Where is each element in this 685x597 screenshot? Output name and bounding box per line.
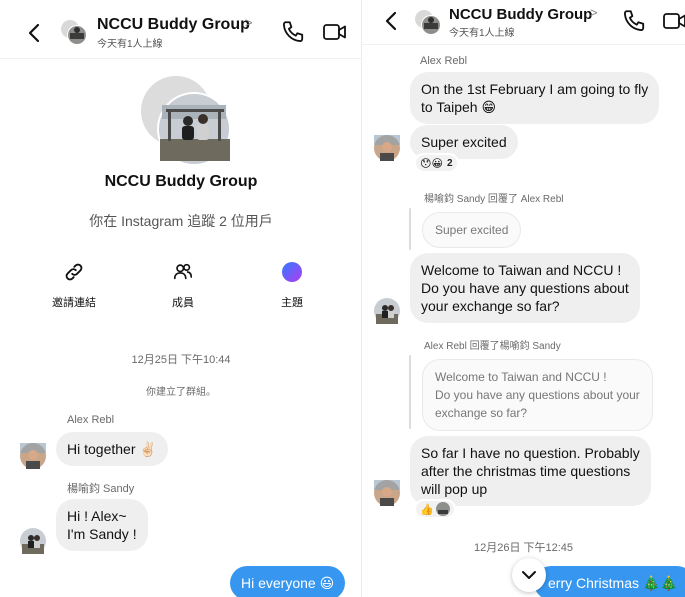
chevron-down-icon (522, 571, 536, 579)
chevron-left-icon (28, 23, 40, 43)
phone-call-button[interactable] (280, 19, 306, 45)
video-camera-icon (323, 24, 346, 40)
message-bubble[interactable]: So far I have no question. Probably afte… (410, 436, 651, 506)
online-status: 今天有1人上線 (449, 28, 515, 39)
avatar[interactable] (374, 480, 400, 506)
theme-icon (282, 262, 302, 282)
avatar[interactable] (374, 298, 400, 324)
timestamp: 12月26日 下午12:45 (473, 542, 574, 554)
quote-line: exchange so far? (435, 406, 528, 420)
group-name: NCCU Buddy Group (104, 173, 258, 190)
message-line: So far I have no question. Probably (421, 445, 640, 461)
avatar[interactable] (20, 443, 46, 469)
message-line: Do you have any questions about (421, 280, 629, 296)
reactions-badge[interactable]: 👍 (414, 499, 456, 519)
title-chevron-icon: > (590, 5, 598, 20)
members-label: 成員 (172, 297, 194, 309)
timestamp: 12月25日 下午10:44 (131, 354, 231, 366)
left-chat-panel: NCCU Buddy Group > 今天有1人上線 NCCU Buddy Gr… (0, 0, 362, 597)
message-line: Welcome to Taiwan and NCCU ! (421, 262, 622, 278)
quoted-message[interactable]: Welcome to Taiwan and NCCU ! Do you have… (422, 359, 653, 431)
message-line: will pop up (421, 481, 488, 497)
message-sender: 楊喻鈞 Sandy (67, 483, 135, 495)
chat-header: NCCU Buddy Group > 今天有1人上線 (0, 0, 362, 52)
reply-note: Alex Rebl 回覆了楊喻鈞 Sandy (424, 341, 561, 352)
video-call-button[interactable] (662, 8, 685, 34)
phone-call-button[interactable] (621, 8, 647, 34)
message-line: On the 1st February I am going to fly (421, 81, 649, 97)
reply-bar (409, 208, 411, 250)
quote-line: Do you have any questions about your (435, 388, 640, 402)
reaction-count: 2 (446, 157, 453, 169)
avatar[interactable] (374, 135, 400, 161)
scroll-to-bottom-button[interactable] (512, 558, 546, 592)
theme-button[interactable]: 主題 (257, 261, 327, 310)
reaction-emojis: 👍 (420, 503, 434, 516)
message-line: after the christmas time questions (421, 463, 631, 479)
group-avatar[interactable] (414, 8, 442, 36)
message-line: to Taipeh 😁 (421, 99, 497, 115)
members-icon (173, 263, 193, 280)
theme-label: 主題 (281, 297, 303, 309)
right-chat-panel: NCCU Buddy Group > 今天有1人上線 Alex Rebl On … (362, 0, 685, 597)
reaction-emojis: 😯😀 (420, 157, 443, 170)
message-bubble[interactable]: Hi together ✌🏻 (56, 432, 168, 466)
video-camera-icon (663, 13, 685, 29)
phone-icon (282, 21, 304, 43)
message-bubble[interactable]: On the 1st February I am going to fly to… (410, 72, 660, 124)
system-message: 你建立了群組。 (146, 387, 216, 398)
back-button[interactable] (379, 7, 403, 35)
invite-link-label: 邀請連結 (52, 297, 96, 309)
avatar[interactable] (20, 528, 46, 554)
chat-title[interactable]: NCCU Buddy Group (449, 6, 592, 23)
message-line: Hi ! Alex~ (67, 508, 127, 524)
group-profile-avatar[interactable] (140, 75, 232, 167)
link-icon (65, 263, 83, 281)
quoted-message[interactable]: Super excited (422, 212, 522, 248)
online-status: 今天有1人上線 (97, 39, 163, 50)
message-line: your exchange so far? (421, 298, 560, 314)
group-avatar[interactable] (60, 18, 88, 46)
members-button[interactable]: 成員 (148, 261, 218, 310)
message-bubble[interactable]: Welcome to Taiwan and NCCU ! Do you have… (410, 253, 640, 323)
reactor-avatar-icon (435, 502, 450, 516)
video-call-button[interactable] (322, 19, 348, 45)
message-sender: Alex Rebl (420, 55, 468, 67)
chat-title[interactable]: NCCU Buddy Group (97, 16, 250, 34)
reactions-badge[interactable]: 😯😀 2 (414, 153, 459, 173)
reply-note: 楊喻鈞 Sandy 回覆了 Alex Rebl (424, 194, 564, 205)
title-chevron-icon: > (245, 15, 253, 30)
follow-info: 你在 Instagram 追蹤 2 位用戶 (89, 213, 273, 229)
message-bubble[interactable]: Hi ! Alex~ I'm Sandy ! (56, 499, 148, 551)
message-sender: Alex Rebl (67, 414, 115, 426)
header-divider (0, 58, 362, 59)
chevron-left-icon (385, 11, 397, 31)
message-line: I'm Sandy ! (67, 526, 137, 542)
back-button[interactable] (22, 19, 46, 47)
phone-icon (623, 10, 645, 32)
reply-bar (409, 355, 411, 429)
quote-line: Welcome to Taiwan and NCCU ! (435, 370, 607, 384)
header-divider (362, 44, 685, 45)
message-bubble-outgoing[interactable]: Hi everyone 😃 (230, 566, 346, 597)
invite-link-button[interactable]: 邀請連結 (39, 261, 109, 310)
message-bubble-outgoing[interactable]: erry Christmas 🎄🎄 (534, 566, 685, 597)
